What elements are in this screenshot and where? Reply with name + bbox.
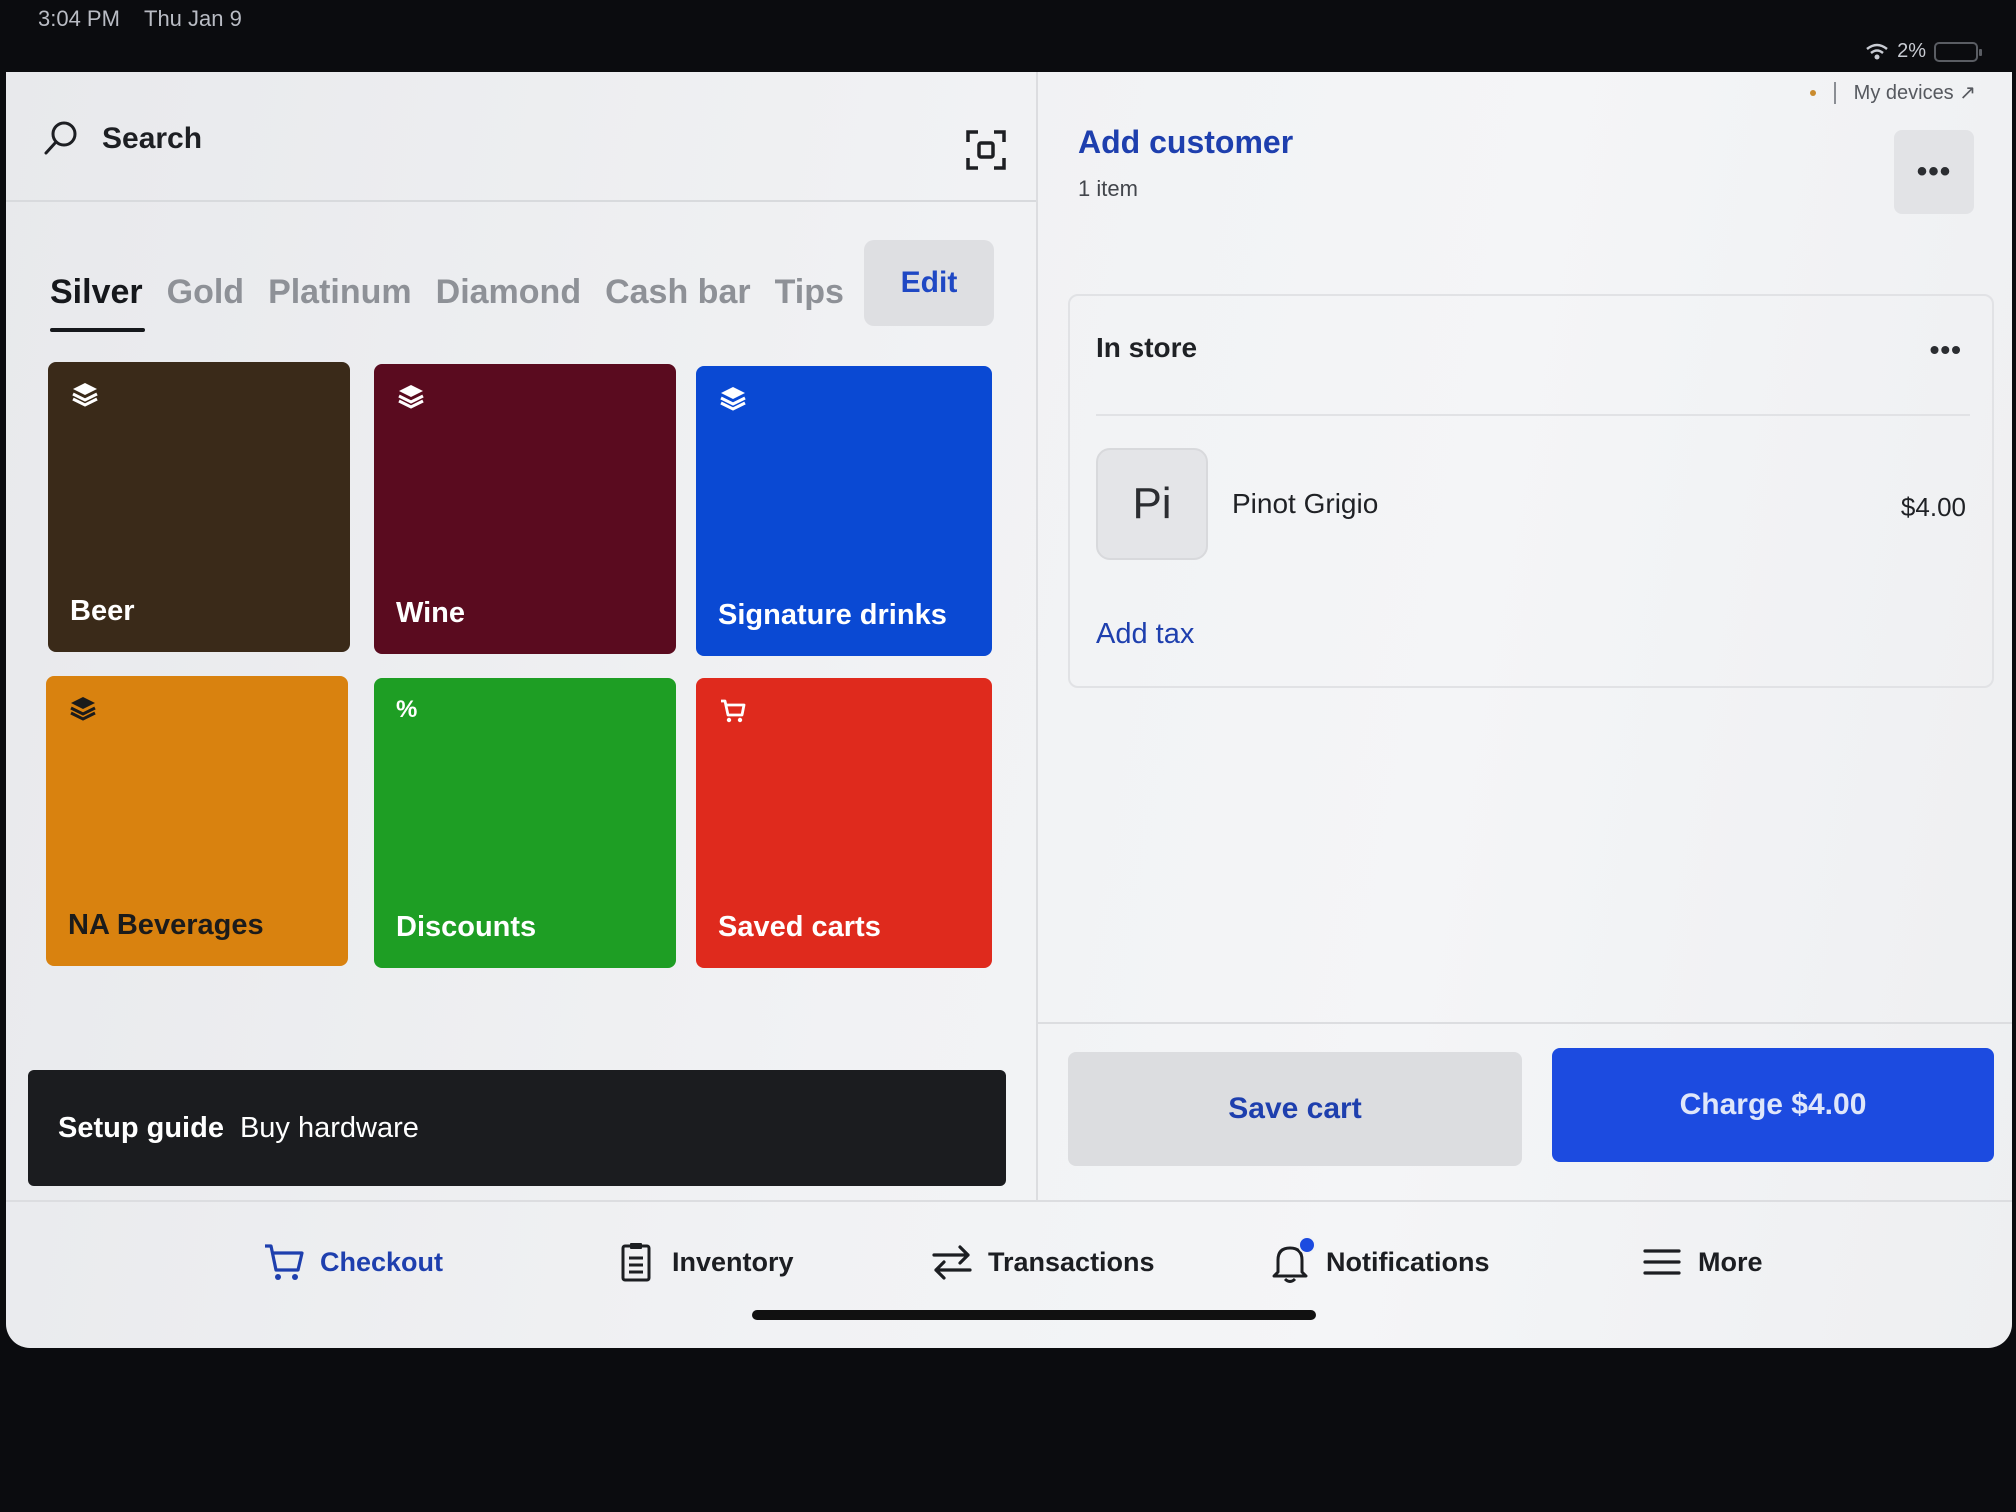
nav-label: Transactions (988, 1246, 1155, 1277)
layers-icon (70, 697, 96, 721)
cart-item-count: 1 item (1078, 176, 1138, 201)
tile-discounts[interactable]: % Discounts (374, 678, 676, 968)
swap-arrows-icon (932, 1245, 972, 1280)
home-indicator[interactable] (752, 1310, 1316, 1320)
save-cart-button[interactable]: Save cart (1068, 1052, 1522, 1166)
search-bar[interactable]: Search (6, 72, 1036, 202)
barcode-scan-icon[interactable] (964, 128, 1008, 172)
nav-label: More (1698, 1246, 1763, 1277)
tab-tips[interactable]: Tips (775, 273, 844, 312)
tile-signature-drinks[interactable]: Signature drinks (696, 366, 992, 656)
pos-screen: My devices ↗ Search Silver Gold Platinum… (6, 72, 2012, 1348)
nav-label: Inventory (672, 1246, 794, 1277)
tile-wine[interactable]: Wine (374, 364, 676, 654)
setup-guide-banner[interactable]: Setup guide Buy hardware (28, 1070, 1006, 1186)
status-time: 3:04 PM (38, 6, 120, 31)
setup-guide-title[interactable]: Setup guide (58, 1112, 224, 1145)
search-icon (44, 121, 77, 155)
bottom-navigation: Checkout Inventory Transactions Notifica… (6, 1200, 2012, 1348)
percent-icon: % (396, 696, 418, 723)
charge-button[interactable]: Charge $4.00 (1552, 1048, 1994, 1162)
tab-cash-bar[interactable]: Cash bar (605, 273, 751, 312)
add-tax-link[interactable]: Add tax (1096, 618, 1194, 651)
layers-icon (720, 387, 746, 411)
tile-label: Saved carts (718, 911, 881, 943)
nav-checkout[interactable]: Checkout (262, 1240, 443, 1284)
buy-hardware-link[interactable]: Buy hardware (240, 1112, 419, 1145)
battery-icon (1934, 41, 1982, 62)
menu-icon (1643, 1249, 1681, 1275)
ellipsis-icon: ••• (1916, 155, 1952, 188)
tab-platinum[interactable]: Platinum (268, 273, 412, 312)
notification-badge (1298, 1236, 1316, 1254)
fulfillment-label: In store (1096, 332, 1198, 363)
tab-diamond[interactable]: Diamond (436, 273, 581, 312)
tile-label: Beer (70, 595, 135, 627)
nav-label: Checkout (320, 1246, 444, 1277)
nav-more[interactable]: More (1640, 1240, 1763, 1284)
layers-icon (72, 383, 98, 407)
category-tabs: Silver Gold Platinum Diamond Cash bar Ti… (50, 252, 844, 332)
tab-silver[interactable]: Silver (50, 273, 145, 332)
tile-label: Signature drinks (718, 599, 947, 631)
tile-beer[interactable]: Beer (48, 362, 350, 652)
item-thumbnail: Pi (1096, 448, 1208, 560)
battery-percent: 2% (1897, 40, 1926, 62)
edit-tabs-button[interactable]: Edit (864, 240, 994, 326)
tile-label: Discounts (396, 911, 537, 943)
tile-na-beverages[interactable]: NA Beverages (46, 676, 348, 966)
nav-transactions[interactable]: Transactions (930, 1240, 1155, 1284)
divider (1096, 414, 1970, 416)
ellipsis-icon[interactable]: ••• (1930, 334, 1962, 366)
status-indicators: 2% (1865, 40, 1982, 63)
cart-card: In store ••• Pi Pinot Grigio $4.00 Add t… (1068, 294, 1994, 688)
cart-options-button[interactable]: ••• (1894, 130, 1974, 214)
cart-item-name[interactable]: Pinot Grigio (1232, 488, 1378, 520)
tile-label: NA Beverages (68, 909, 264, 941)
nav-notifications[interactable]: Notifications (1268, 1236, 1490, 1284)
cart-panel: Add customer 1 item ••• In store ••• Pi … (1036, 72, 2012, 1200)
cart-icon (265, 1244, 304, 1280)
add-customer-button[interactable]: Add customer (1078, 124, 1293, 161)
cart-item-price: $4.00 (1900, 492, 1966, 522)
tile-saved-carts[interactable]: Saved carts (696, 678, 992, 968)
nav-inventory[interactable]: Inventory (614, 1240, 794, 1284)
item-panel: Search Silver Gold Platinum Diamond Cash… (6, 72, 1036, 1200)
search-input[interactable]: Search (102, 122, 202, 156)
bell-icon (1268, 1236, 1316, 1284)
clipboard-icon (621, 1243, 651, 1282)
tab-gold[interactable]: Gold (167, 273, 244, 312)
status-date: Thu Jan 9 (144, 6, 242, 31)
tile-label: Wine (396, 597, 466, 629)
system-status-bar: 3:04 PM Thu Jan 9 2% (0, 0, 2016, 72)
layers-icon (398, 385, 424, 409)
nav-label: Notifications (1326, 1246, 1490, 1277)
wifi-icon (1866, 43, 1888, 59)
cart-icon (721, 699, 746, 723)
divider (1038, 1022, 2012, 1024)
